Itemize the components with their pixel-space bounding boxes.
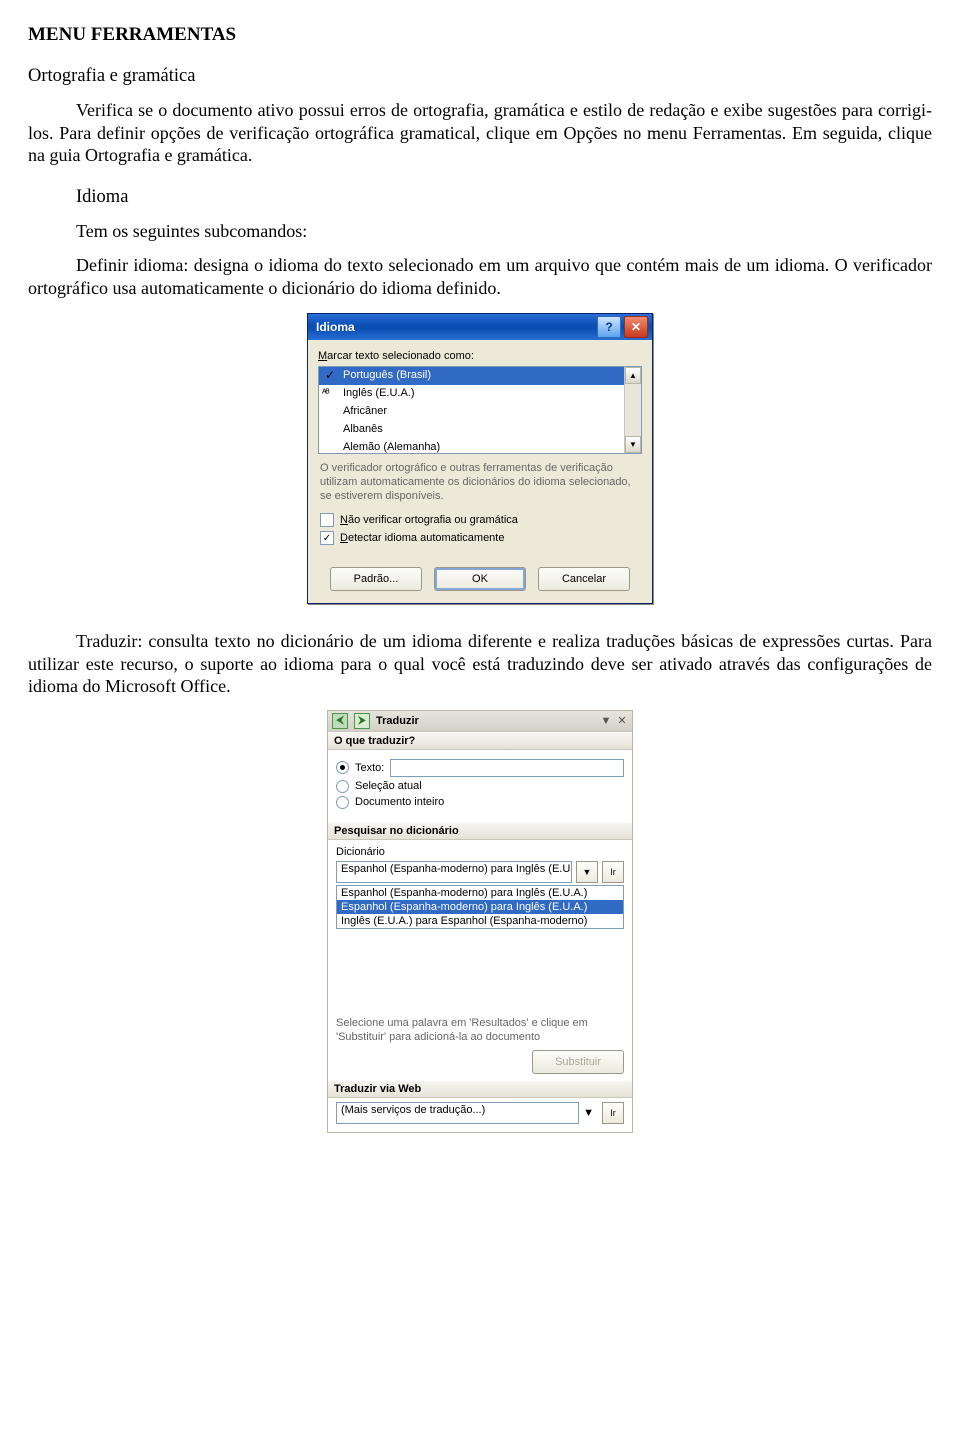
section-o-que-traduzir: O que traduzir? [328,732,632,750]
ir-web-button[interactable]: Ir [602,1102,624,1124]
ok-button[interactable]: OK [434,567,526,591]
dict-option-1[interactable]: Espanhol (Espanha-moderno) para Inglês (… [337,886,623,900]
lang-albanes[interactable]: Albanês [319,421,641,439]
lang-portugues[interactable]: Português (Brasil) [319,367,641,385]
dicionario-combo[interactable]: Espanhol (Espanha-moderno) para Inglês (… [336,861,572,883]
texto-input[interactable] [390,759,624,777]
idioma-titlebar: Idioma ? ✕ [308,314,652,340]
label-marcar-texto: Marcar texto selecionado como: [318,350,642,362]
listbox-scrollbar[interactable]: ▲ ▼ [624,367,641,453]
language-listbox[interactable]: Português (Brasil) Inglês (E.U.A.) Afric… [318,366,642,454]
padrao-button[interactable]: Padrão... [330,567,422,591]
dict-option-3[interactable]: Inglês (E.U.A.) para Espanhol (Espanha-m… [337,914,623,928]
radio-texto[interactable] [336,761,349,774]
section-traduzir-web: Traduzir via Web [328,1080,632,1098]
paragraph-definir-idioma: Definir idioma: designa o idioma do text… [28,254,932,299]
section-idioma-heading: Idioma [76,187,932,208]
nav-forward-icon[interactable]: ⮞ [354,713,370,729]
label-radio-selecao: Seleção atual [355,780,422,792]
dicionario-listbox[interactable]: Espanhol (Espanha-moderno) para Inglês (… [336,885,624,929]
scroll-up-icon[interactable]: ▲ [625,367,641,384]
dict-option-2[interactable]: Espanhol (Espanha-moderno) para Inglês (… [337,900,623,914]
paragraph-traduzir: Traduzir: consulta texto no dicionário d… [28,630,932,698]
section-pesquisar-dicionario: Pesquisar no dicionário [328,822,632,840]
paragraph-ortografia: Verifica se o documento ativo possui err… [28,99,932,167]
lang-ingles[interactable]: Inglês (E.U.A.) [319,385,641,403]
close-button[interactable]: ✕ [624,316,648,338]
checkbox-noverify[interactable] [320,513,334,527]
label-dicionario: Dicionário [336,846,624,858]
scroll-down-icon[interactable]: ▼ [625,436,641,453]
chevron-down-icon[interactable]: ▼ [600,715,612,727]
idioma-dialog: Idioma ? ✕ Marcar texto selecionado como… [307,313,653,604]
nav-back-icon[interactable]: ⮜ [332,713,348,729]
label-radio-texto: Texto: [355,762,384,774]
traduzir-pane: ⮜ ⮞ Traduzir ▼ ✕ O que traduzir? Texto: … [327,710,633,1134]
cancel-button[interactable]: Cancelar [538,567,630,591]
label-radio-documento: Documento inteiro [355,796,444,808]
close-icon[interactable]: ✕ [616,715,628,727]
ir-dicionario-button[interactable]: Ir [602,861,624,883]
web-combo-arrow-icon[interactable]: ▼ [583,1107,594,1119]
web-service-combo[interactable]: (Mais serviços de tradução...) [336,1102,579,1124]
radio-selecao-atual[interactable] [336,780,349,793]
section-ortografia-heading: Ortografia e gramática [28,66,932,87]
help-button[interactable]: ? [597,316,621,338]
pane-title: Traduzir [376,715,419,727]
idioma-subheading: Tem os seguintes subcomandos: [76,220,932,243]
lang-alemao[interactable]: Alemão (Alemanha) [319,439,641,454]
substituir-hint: Selecione uma palavra em 'Resultados' e … [328,1015,632,1051]
label-detect-auto: Detectar idioma automaticamente [340,532,504,544]
radio-documento-inteiro[interactable] [336,796,349,809]
label-noverify: Não verificar ortografia ou gramática [340,514,518,526]
combo-arrow-icon[interactable]: ▼ [576,861,598,883]
dialog-help-text: O verificador ortográfico e outras ferra… [320,462,640,503]
checkbox-detect-auto[interactable]: ✓ [320,531,334,545]
page-title: MENU FERRAMENTAS [28,24,932,46]
lang-africaner[interactable]: Africâner [319,403,641,421]
idioma-dialog-title: Idioma [316,320,355,334]
substituir-button[interactable]: Substituir [532,1050,624,1074]
